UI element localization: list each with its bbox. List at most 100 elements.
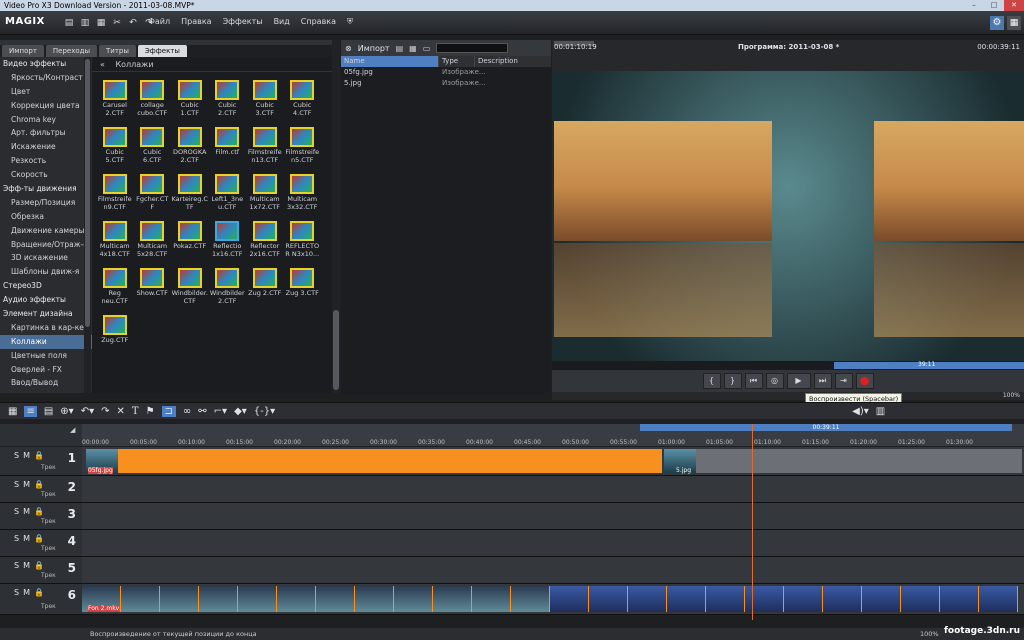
menu-view[interactable]: Вид [274,17,290,27]
snap-icon[interactable]: ⊐ [161,405,176,417]
track-lane[interactable]: Fon 2.mkv [82,584,1024,615]
menu-file[interactable]: Файл [148,17,170,27]
track-solo-mute-lock[interactable]: SM🔒 [14,588,48,597]
track-header[interactable]: SM🔒 6 Трек [0,584,82,615]
open-file-icon[interactable]: ▥ [79,17,91,29]
category-item[interactable]: Цветные поля [0,349,92,363]
effects-scrollbar[interactable] [332,40,340,393]
track-solo-mute-lock[interactable]: SM🔒 [14,480,48,489]
menu-edit[interactable]: Правка [181,17,211,27]
effect-item[interactable]: Reflector 2x16.CTF [246,221,284,264]
effect-item[interactable]: Zug 2.CTF [246,268,284,311]
effect-item[interactable]: Windbilder. CTF [171,268,209,311]
tab-titles[interactable]: Титры [99,45,136,57]
category-item[interactable]: Скорость [0,168,92,182]
track-solo-mute-lock[interactable]: SM🔒 [14,451,48,460]
effect-item[interactable]: Multicam 1x72.CTF [246,174,284,217]
effect-item[interactable]: Multicam 3x32.CTF [284,174,322,217]
category-item[interactable]: Яркость/Контраст [0,71,92,85]
category-item[interactable]: 3D искажение [0,251,92,265]
category-item[interactable]: Картинка в кар-ке [0,321,92,335]
minimize-icon[interactable]: – [964,0,984,11]
shield-icon[interactable]: ⛨ [347,17,353,27]
undo-icon[interactable]: ↶ [127,17,139,29]
cut-icon[interactable]: ✂ [111,17,123,29]
effect-item[interactable]: Cubic 1.CTF [171,80,209,123]
timeline-mode-icon[interactable]: ≡ [24,405,37,417]
redo-icon[interactable]: ↷ [101,406,109,417]
effect-item[interactable]: collage cubo.CTF [134,80,172,123]
tab-import[interactable]: Импорт [2,45,44,57]
undo-icon[interactable]: ↶▾ [81,406,94,417]
mark-out-icon[interactable]: } [723,373,742,389]
category-item[interactable]: Элемент дизайна [0,307,92,321]
effect-item[interactable]: Filmstreife n5.CTF [284,127,322,170]
search-input[interactable] [436,43,509,53]
effect-item[interactable]: Pokaz.CTF [171,221,209,264]
eraser-icon[interactable]: ◆▾ [234,406,247,417]
menu-help[interactable]: Справка [301,17,336,27]
category-item[interactable]: Видео эффекты [0,57,92,71]
tab-effects[interactable]: Эффекты [137,45,187,57]
category-item[interactable]: Вращение/Отраж-е [0,238,92,252]
effect-item[interactable]: Filmstreife n13.CTF [246,127,284,170]
effect-item[interactable]: Windbilder 2.CTF [209,268,247,311]
track-header[interactable]: SM🔒 4 Трек [0,530,82,557]
track-header[interactable]: SM🔒 5 Трек [0,557,82,584]
orange-clip[interactable] [118,449,662,473]
play-button[interactable]: ▶ [786,373,811,389]
effect-item[interactable]: Film.ctf [209,127,247,170]
menu-effects[interactable]: Эффекты [223,17,263,27]
maximize-icon[interactable]: □ [984,0,1004,11]
loop-icon[interactable]: ◎ [765,373,784,389]
next-marker-icon[interactable]: ⏭ [813,373,832,389]
effect-item[interactable]: Reflectio 1x16.CTF [209,221,247,264]
category-item[interactable]: Обрезка [0,210,92,224]
category-item[interactable]: Цвет [0,85,92,99]
playhead[interactable] [752,424,753,620]
zoom-handle-icon[interactable]: ◢ [70,426,75,434]
scene-mode-icon[interactable]: ▤ [44,406,53,417]
effect-item[interactable]: DOROGKA 2.CTF [171,127,209,170]
effect-item[interactable]: Zug.CTF [96,315,134,358]
marker-icon[interactable]: ⚑ [146,406,155,417]
prev-marker-icon[interactable]: ⏮ [744,373,763,389]
category-item[interactable]: Движение камеры [0,224,92,238]
mark-in-icon[interactable]: { [702,373,721,389]
storyboard-mode-icon[interactable]: ▦ [8,406,17,417]
effect-item[interactable]: Reg neu.CTF [96,268,134,311]
volume-icon[interactable]: ◀)▾ [852,406,869,417]
folder-icon[interactable]: ▭ [423,44,431,53]
effect-item[interactable]: Zug 3.CTF [284,268,322,311]
record-button[interactable]: ● [855,373,874,389]
tab-transitions[interactable]: Переходы [45,45,98,57]
layout-icon[interactable]: ▦ [1007,16,1021,30]
close-icon[interactable]: ✕ [1004,0,1024,11]
end-icon[interactable]: ⇥ [834,373,853,389]
mouse-mode-icon[interactable]: ⊕▾ [60,406,73,417]
group-icon[interactable]: {-}▾ [254,406,275,417]
category-item[interactable]: Коллажи [0,334,92,349]
title-tool-icon[interactable]: T [132,406,139,417]
effect-item[interactable]: Cubic 6.CTF [134,127,172,170]
save-icon[interactable]: ▦ [95,17,107,29]
grey-clip[interactable] [696,449,1022,473]
video-preview[interactable] [552,71,1024,361]
column-type[interactable]: Type [439,56,475,67]
track-solo-mute-lock[interactable]: SM🔒 [14,507,48,516]
effect-item[interactable]: Cubic 2.CTF [209,80,247,123]
mixer-icon[interactable]: ▥ [876,406,885,417]
effect-item[interactable]: Fgcher.CT F [134,174,172,217]
category-item[interactable]: Искажение [0,140,92,154]
category-item[interactable]: Арт. фильтры [0,126,92,140]
category-scrollbar[interactable] [84,57,91,393]
effect-item[interactable]: Left1_3ne u.CTF [209,174,247,217]
effect-item[interactable]: Carusel 2.CTF [96,80,134,123]
effect-item[interactable]: Cubic 3.CTF [246,80,284,123]
track-lane[interactable]: 05fg.jpg 5.jpg [82,447,1024,476]
effect-item[interactable]: Multicam 4x18.CTF [96,221,134,264]
track-header[interactable]: SM🔒 3 Трек [0,503,82,530]
effect-item[interactable]: Multicam 5x28.CTF [134,221,172,264]
track-lane[interactable] [82,530,1024,557]
effect-item[interactable]: Show.CTF [134,268,172,311]
